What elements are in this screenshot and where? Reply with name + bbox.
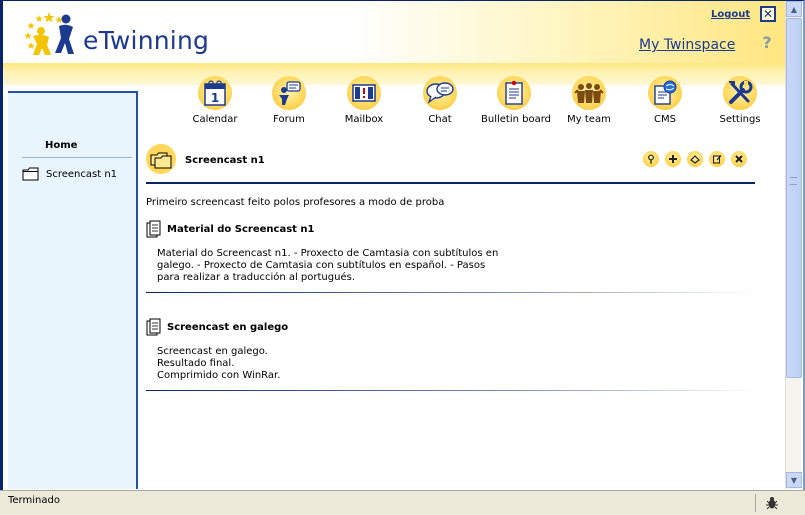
scroll-grip-icon bbox=[790, 177, 797, 185]
section-line: Screencast en galego. bbox=[157, 346, 268, 357]
toolbar-mailbox-label: Mailbox bbox=[344, 114, 384, 125]
sidebar: Home Screencast n1 bbox=[8, 91, 138, 489]
section-title-link[interactable]: Screencast en galego bbox=[167, 322, 288, 333]
section-line: galego. - Proxecto de Camtasia con subtí… bbox=[157, 260, 486, 271]
page-actions bbox=[643, 151, 747, 167]
vertical-scrollbar[interactable]: ▲ ▼ bbox=[785, 1, 802, 489]
logout-link[interactable]: Logout bbox=[711, 9, 750, 20]
toolbar-mailbox[interactable]: Mailbox bbox=[331, 76, 397, 125]
help-icon[interactable] bbox=[643, 151, 659, 167]
help-icon[interactable]: ? bbox=[759, 33, 775, 52]
section-line: Comprimido con WinRar. bbox=[157, 370, 281, 381]
site-header: eTwinning Logout ✕ My Twinspace ? bbox=[3, 1, 785, 63]
toolbar-chat-label: Chat bbox=[428, 114, 452, 125]
section-line: para realizar a traducción al portugués. bbox=[157, 272, 355, 283]
section-line: Material do Screencast n1. - Proxecto de… bbox=[157, 248, 499, 259]
toolbar-calendar[interactable]: 1 Calendar bbox=[182, 76, 248, 125]
section-screencast-galego: Screencast en galego Screencast en galeg… bbox=[146, 318, 758, 391]
edit-icon[interactable] bbox=[687, 151, 703, 167]
title-divider bbox=[146, 182, 755, 184]
sidebar-item-screencast-n1[interactable]: Screencast n1 bbox=[22, 167, 117, 181]
folder-group-icon bbox=[146, 144, 176, 174]
sidebar-divider bbox=[22, 157, 132, 158]
scroll-thumb[interactable] bbox=[786, 18, 802, 378]
document-icon[interactable] bbox=[146, 318, 162, 336]
section-body: Screencast en galego. Resultado final. C… bbox=[157, 346, 758, 382]
section-title-link[interactable]: Material do Screencast n1 bbox=[167, 224, 315, 235]
toolbar-my-team-label: My team bbox=[567, 114, 611, 125]
toolbar-my-team[interactable]: My team bbox=[556, 76, 622, 125]
status-separator bbox=[755, 494, 756, 512]
scroll-down-button[interactable]: ▼ bbox=[786, 472, 802, 488]
toolbar-calendar-label: Calendar bbox=[192, 114, 238, 125]
status-text: Terminado bbox=[8, 495, 60, 506]
brand-name: eTwinning bbox=[83, 26, 210, 55]
document-icon[interactable] bbox=[146, 220, 162, 238]
sidebar-item-label: Screencast n1 bbox=[46, 168, 118, 180]
settings-icon bbox=[723, 76, 757, 110]
cms-icon bbox=[648, 76, 682, 110]
toolbar-cms[interactable]: CMS bbox=[632, 76, 698, 125]
page-description: Primeiro screencast feito polos profesor… bbox=[146, 197, 445, 208]
add-icon[interactable] bbox=[665, 151, 681, 167]
my-twinspace-link[interactable]: My Twinspace bbox=[639, 37, 735, 53]
toolbar-forum[interactable]: Forum bbox=[256, 76, 322, 125]
status-bar: Terminado bbox=[0, 490, 805, 515]
main-toolbar: 1 Calendar Forum Mailbox Chat Bulletin b… bbox=[185, 76, 775, 130]
page-title: Screencast n1 bbox=[185, 155, 265, 166]
bulletin-board-icon bbox=[497, 76, 531, 110]
toolbar-bulletin-board-label: Bulletin board bbox=[481, 114, 551, 125]
toolbar-chat[interactable]: Chat bbox=[407, 76, 473, 125]
section-divider bbox=[146, 292, 758, 293]
team-icon bbox=[572, 76, 606, 110]
section-line: Resultado final. bbox=[157, 358, 235, 369]
calendar-icon: 1 bbox=[198, 76, 232, 110]
forum-icon bbox=[272, 76, 306, 110]
toolbar-bulletin-board[interactable]: Bulletin board bbox=[481, 76, 551, 125]
section-divider bbox=[146, 390, 758, 391]
sidebar-home-link[interactable]: Home bbox=[45, 140, 77, 151]
folder-icon bbox=[22, 167, 39, 181]
calendar-day: 1 bbox=[211, 91, 219, 105]
toolbar-settings-label: Settings bbox=[719, 114, 761, 125]
mailbox-icon bbox=[347, 76, 381, 110]
scroll-up-button[interactable]: ▲ bbox=[786, 1, 802, 17]
toolbar-forum-label: Forum bbox=[273, 114, 305, 125]
etwinning-logo-icon bbox=[24, 12, 74, 55]
properties-icon[interactable] bbox=[709, 151, 725, 167]
toolbar-cms-label: CMS bbox=[654, 114, 676, 125]
section-body: Material do Screencast n1. - Proxecto de… bbox=[157, 248, 758, 284]
toolbar-settings[interactable]: Settings bbox=[707, 76, 773, 125]
delete-icon[interactable] bbox=[731, 151, 747, 167]
chat-icon bbox=[423, 76, 457, 110]
close-icon[interactable]: ✕ bbox=[760, 6, 776, 22]
bug-icon[interactable] bbox=[762, 494, 782, 512]
section-material: Material do Screencast n1 Material do Sc… bbox=[146, 220, 758, 293]
